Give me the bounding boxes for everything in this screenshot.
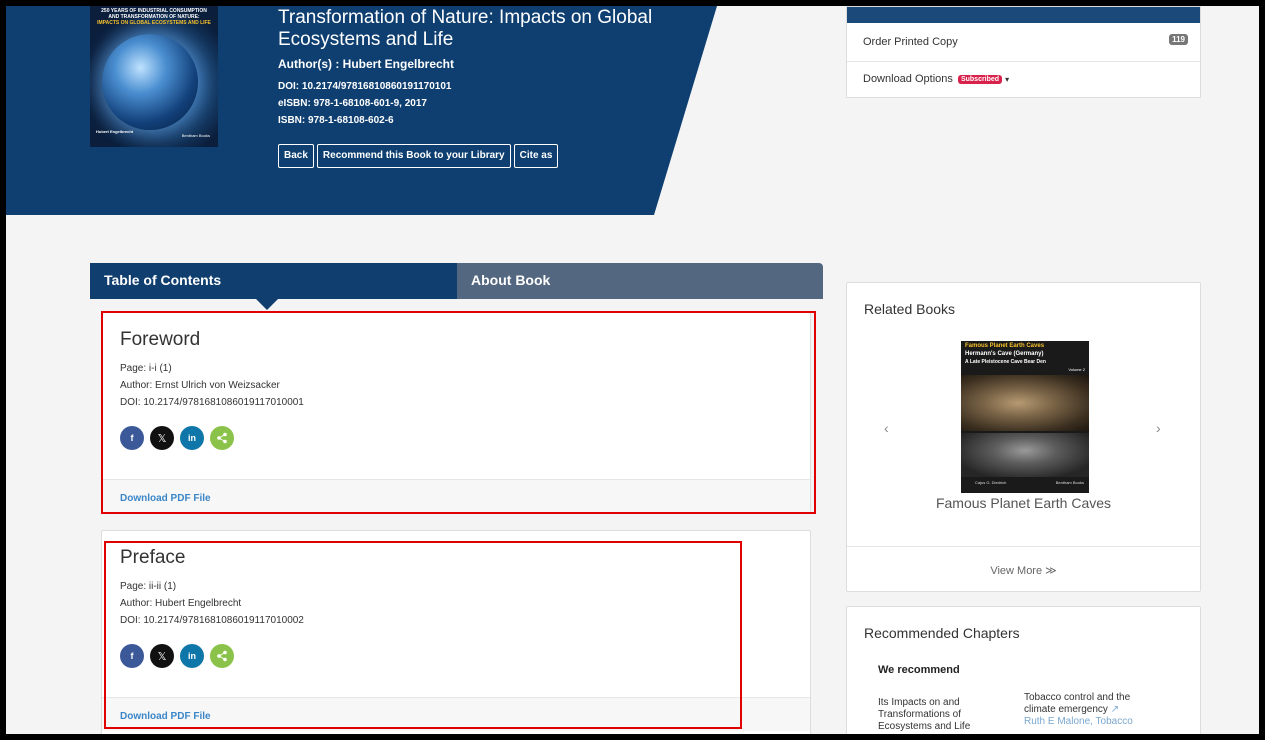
book-eisbn: eISBN: 978-1-68108-601-9, 2017 (278, 98, 427, 109)
highlight-box (104, 541, 742, 729)
book-cover[interactable]: 250 YEARS OF INDUSTRIAL CONSUMPTION AND … (90, 6, 218, 147)
tab-about-book[interactable]: About Book (457, 263, 823, 299)
highlight-box (101, 311, 816, 514)
cover-author: Cajus G. Diedrich (975, 480, 1007, 485)
we-recommend-label: We recommend (878, 664, 960, 676)
divider (847, 61, 1200, 62)
recommended-item[interactable]: Its Impacts on and Transformations of Ec… (878, 697, 970, 733)
download-options-label: Download Options (863, 73, 953, 85)
related-books-heading: Related Books (864, 301, 956, 317)
recommended-chapters-card: Recommended Chapters We recommend Its Im… (846, 606, 1201, 734)
view-more-link[interactable]: View More ≫ (847, 564, 1200, 577)
cover-subtitle: A Late Pleistocene Cave Bear Den (965, 359, 1046, 365)
cover-title: Hermann's Cave (Germany) (965, 351, 1044, 357)
divider (847, 546, 1200, 547)
carousel-prev-icon[interactable]: ‹ (884, 420, 889, 436)
printed-copy-count-badge: 119 (1169, 34, 1188, 45)
tab-table-of-contents[interactable]: Table of Contents (90, 263, 457, 299)
cover-title: 250 YEARS OF INDUSTRIAL CONSUMPTION AND … (97, 8, 211, 26)
cover-publisher: Bentham Books (1055, 480, 1084, 485)
back-button[interactable]: Back (278, 144, 314, 168)
book-actions: Back Recommend this Book to your Library… (278, 144, 559, 168)
cite-as-button[interactable]: Cite as (513, 144, 559, 168)
related-book-title[interactable]: Famous Planet Earth Caves (847, 495, 1200, 511)
carousel-next-icon[interactable]: › (1156, 420, 1161, 436)
order-card-header (847, 7, 1200, 23)
cave-photo (961, 433, 1089, 477)
download-options-dropdown[interactable]: Download Options Subscribed ▾ (863, 73, 1009, 85)
cover-author: Hubert Engelbrecht (96, 129, 134, 134)
order-printed-copy-link[interactable]: Order Printed Copy (863, 36, 958, 48)
cover-series: Famous Planet Earth Caves (965, 343, 1045, 349)
subscribed-badge: Subscribed (957, 75, 1003, 84)
related-books-card: Related Books ‹ Famous Planet Earth Cave… (846, 282, 1201, 592)
related-book-cover[interactable]: Famous Planet Earth Caves Hermann's Cave… (961, 327, 1089, 493)
globe-image (102, 34, 198, 130)
active-tab-pointer (256, 299, 278, 310)
cover-volume: Volume 2 (1068, 367, 1085, 372)
recommended-item[interactable]: Tobacco control and the climate emergenc… (1024, 692, 1133, 728)
book-authors: Author(s) : Hubert Engelbrecht (278, 57, 454, 71)
book-header: 250 YEARS OF INDUSTRIAL CONSUMPTION AND … (6, 6, 1259, 215)
book-isbn: ISBN: 978-1-68108-602-6 (278, 115, 394, 126)
order-options-card: Order Printed Copy 119 Download Options … (846, 6, 1201, 98)
recommend-book-button[interactable]: Recommend this Book to your Library (316, 144, 511, 168)
page: 250 YEARS OF INDUSTRIAL CONSUMPTION AND … (6, 6, 1259, 734)
cover-header-band (961, 327, 1089, 341)
caret-down-icon: ▾ (1005, 75, 1010, 84)
book-doi: DOI: 10.2174/97816810860191170101 (278, 81, 452, 92)
cover-publisher: Bentham Books (181, 133, 210, 138)
cave-photo (961, 375, 1089, 431)
recommended-chapters-heading: Recommended Chapters (864, 625, 1020, 641)
external-link-icon: ↗ (1110, 704, 1120, 715)
book-title: Transformation of Nature: Impacts on Glo… (278, 7, 653, 50)
